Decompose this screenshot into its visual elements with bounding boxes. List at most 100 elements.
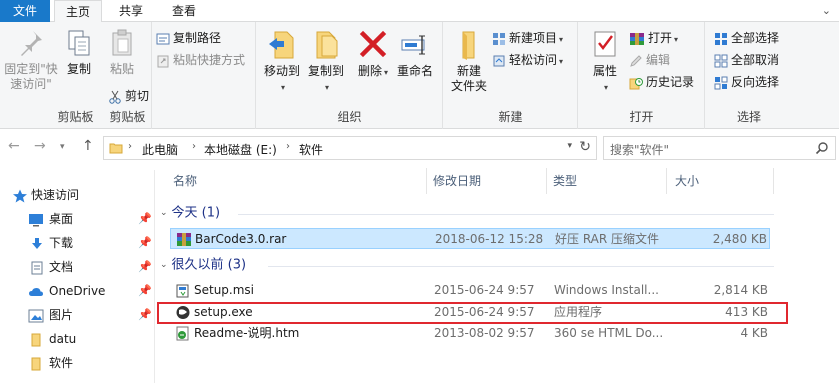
column-divider[interactable] (773, 168, 774, 194)
delete-button[interactable]: 删除 ▾ (357, 28, 389, 80)
search-icon[interactable] (815, 141, 829, 155)
breadcrumb-software[interactable]: 软件 (299, 141, 323, 158)
ribbon-collapse-icon[interactable]: ⌄ (822, 4, 831, 17)
nav-item-desktop[interactable]: 桌面 📌 (0, 208, 155, 230)
easy-access-dropdown-icon: ▾ (559, 57, 564, 66)
properties-button[interactable]: 属性 ▾ (585, 28, 625, 95)
properties-dropdown-icon: ▾ (603, 83, 608, 92)
pin-quick-access-button[interactable]: 固定到"快 速访问" (2, 28, 60, 92)
collapse-caret-icon[interactable]: ⌄ (160, 256, 168, 274)
nav-item-label: datu (49, 332, 77, 346)
column-header-type[interactable]: 类型 (553, 168, 577, 194)
breadcrumb-this-pc[interactable]: 此电脑 (142, 141, 178, 158)
refresh-icon[interactable]: ↻ (579, 139, 591, 155)
edit-label: 编辑 (646, 53, 671, 67)
pin-icon[interactable]: 📌 (138, 256, 152, 278)
pin-icon[interactable]: 📌 (138, 304, 152, 326)
file-type: 好压 RAR 压缩文件 (555, 232, 660, 246)
rename-label: 重命名 (396, 64, 433, 78)
tab-file[interactable]: 文件 (0, 0, 50, 22)
recent-locations-icon[interactable]: ▾ (60, 142, 65, 152)
paste-icon (112, 29, 132, 56)
pin-label-1: 固定到"快 (4, 62, 58, 76)
download-arrow-icon (30, 236, 44, 258)
collapse-caret-icon[interactable]: ⌄ (160, 204, 168, 222)
select-all-button[interactable]: 全部选择 (714, 28, 779, 48)
select-group-label: 选择 (736, 110, 761, 124)
tab-share[interactable]: 共享 (108, 0, 154, 22)
invert-selection-button[interactable]: 反向选择 (714, 72, 779, 92)
tab-view[interactable]: 查看 (160, 0, 208, 22)
html-file-icon (175, 326, 191, 348)
copy-to-button[interactable]: 复制到 ▾ (305, 28, 347, 95)
copy-to-icon (316, 31, 338, 59)
select-none-label: 全部取消 (731, 53, 780, 67)
paste-button[interactable]: 粘贴 (102, 28, 142, 77)
new-folder-button[interactable]: 新建 文件夹 (448, 28, 490, 94)
column-divider[interactable] (546, 168, 547, 194)
file-date: 2018-06-12 15:28 (435, 232, 544, 246)
easy-access-button[interactable]: 轻松访问 ▾ (492, 50, 563, 70)
search-placeholder: 搜索"软件" (610, 143, 670, 157)
address-bar[interactable]: › 此电脑 › 本地磁盘 (E:) › 软件 ▾ ↻ (103, 136, 597, 160)
file-row[interactable]: Setup.msi 2015-06-24 9:57 Windows Instal… (170, 280, 770, 301)
rename-button[interactable]: 重命名 (394, 28, 436, 79)
tab-home[interactable]: 主页 (54, 0, 102, 23)
edit-button[interactable]: 编辑 (629, 50, 670, 70)
nav-item-onedrive[interactable]: OneDrive 📌 (0, 280, 155, 302)
column-divider[interactable] (666, 168, 667, 194)
new-item-icon (493, 32, 505, 45)
file-date: 2013-08-02 9:57 (434, 326, 535, 340)
folder-icon (109, 143, 123, 154)
search-box[interactable]: 搜索"软件" (603, 136, 836, 160)
group-header-long-ago[interactable]: ⌄ 很久以前 (3) (160, 256, 246, 274)
copy-path-item[interactable]: 复制路径 (156, 28, 221, 48)
address-history-dropdown-icon[interactable]: ▾ (567, 141, 572, 151)
copy-button[interactable]: 复制 (62, 28, 96, 77)
invert-selection-label: 反向选择 (731, 75, 780, 89)
nav-quick-access[interactable]: 快速访问 (0, 184, 155, 206)
pin-icon[interactable]: 📌 (138, 232, 152, 254)
forward-arrow-icon[interactable]: → (34, 138, 46, 154)
open-group-label: 打开 (629, 110, 654, 124)
back-arrow-icon[interactable]: ← (8, 138, 20, 154)
move-to-button[interactable]: 移动到 ▾ (261, 28, 303, 95)
nav-item-datu[interactable]: datu (0, 328, 155, 350)
file-row[interactable]: Readme-说明.htm 2013-08-02 9:57 360 se HTM… (170, 323, 770, 344)
paste-shortcut-item[interactable]: 粘贴快捷方式 (156, 50, 245, 70)
copy-path-icon (156, 33, 170, 44)
breadcrumb-drive-e[interactable]: 本地磁盘 (E:) (204, 141, 277, 158)
column-header-date[interactable]: 修改日期 (433, 168, 481, 194)
folder-icon (28, 356, 44, 378)
navigation-pane: 快速访问 桌面 📌 下载 📌 文档 📌 OneDrive 📌 图片 📌 datu… (0, 170, 155, 383)
edit-icon (630, 54, 642, 67)
file-name: BarCode3.0.rar (195, 232, 287, 246)
history-button[interactable]: 历史记录 (629, 72, 694, 92)
copy-path-label: 复制路径 (173, 31, 222, 45)
up-arrow-icon[interactable]: ↑ (82, 138, 94, 154)
invert-selection-icon (714, 76, 728, 89)
select-none-button[interactable]: 全部取消 (714, 50, 779, 70)
scissors-icon (109, 90, 121, 104)
highlight-box (157, 302, 788, 324)
history-icon (629, 77, 643, 89)
group-header-today[interactable]: ⌄ 今天 (1) (160, 204, 220, 222)
column-header-size[interactable]: 大小 (675, 168, 699, 194)
column-divider[interactable] (426, 168, 427, 194)
new-item-button[interactable]: 新建项目 ▾ (492, 28, 563, 48)
nav-item-documents[interactable]: 文档 📌 (0, 256, 155, 278)
pin-icon[interactable]: 📌 (138, 280, 152, 302)
delete-dropdown-icon: ▾ (384, 68, 389, 77)
file-row[interactable]: BarCode3.0.rar 2018-06-12 15:28 好压 RAR 压… (170, 228, 770, 249)
paste-shortcut-icon (157, 55, 169, 67)
nav-item-downloads[interactable]: 下载 📌 (0, 232, 155, 254)
nav-item-software[interactable]: 软件 (0, 352, 155, 374)
new-folder-label-2: 文件夹 (450, 79, 487, 93)
cut-item[interactable]: 剪切 (108, 86, 149, 106)
file-list: 名称 修改日期 类型 大小 ⌄ 今天 (1) BarCode3.0.rar 201… (156, 162, 839, 383)
pin-icon[interactable]: 📌 (138, 208, 152, 230)
nav-item-pictures[interactable]: 图片 📌 (0, 304, 155, 326)
column-header-name[interactable]: 名称 (173, 168, 197, 194)
open-button[interactable]: 打开 ▾ (629, 28, 678, 48)
navigation-row: ← → ▾ ↑ › 此电脑 › 本地磁盘 (E:) › 软件 ▾ ↻ 搜索"软件… (0, 132, 839, 162)
